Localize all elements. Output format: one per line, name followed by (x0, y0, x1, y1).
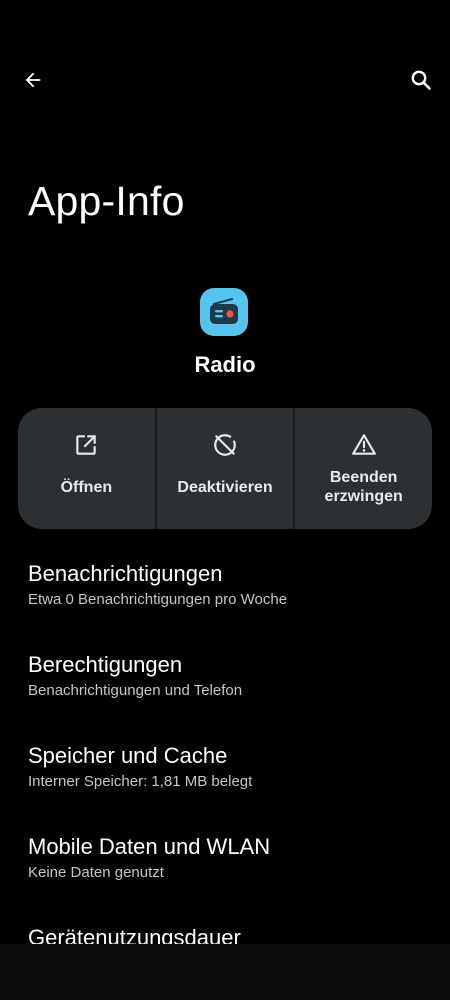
settings-item-title: Mobile Daten und WLAN (28, 834, 271, 859)
radio-icon (200, 288, 248, 336)
disable-label: Deaktivieren (177, 479, 273, 496)
disable-icon (214, 434, 236, 456)
open-label: Öffnen (60, 479, 113, 496)
settings-item-title: Benachrichtigungen (28, 561, 223, 586)
settings-item-subtitle: Interner Speicher: 1,81 MB belegt (28, 773, 253, 790)
app-name: Radio (194, 352, 256, 377)
arrow-left-icon (25, 72, 41, 88)
open-external-icon (76, 435, 97, 455)
settings-item-title: Speicher und Cache (28, 743, 228, 768)
warning-icon (351, 434, 376, 455)
app-action-buttons: Öffnen Deaktivieren Beenden erzwingen (18, 408, 432, 529)
page-title: App-Info (28, 178, 185, 224)
disable-button[interactable]: Deaktivieren (156, 408, 294, 529)
app-info-screen: App-Info Radio Öffnen Deaktivieren Beend… (0, 0, 450, 1000)
force-stop-button[interactable]: Beenden erzwingen (295, 408, 432, 529)
system-navigation-bar (0, 944, 450, 1000)
top-app-bar (0, 58, 450, 106)
back-button[interactable] (11, 58, 55, 102)
settings-item-subtitle: Benachrichtigungen und Telefon (28, 682, 243, 699)
settings-item-title: Berechtigungen (28, 652, 183, 677)
search-button[interactable] (399, 58, 443, 102)
settings-item-mobile-data[interactable]: Mobile Daten und WLAN Keine Daten genutz… (28, 833, 428, 883)
open-button[interactable]: Öffnen (18, 408, 155, 529)
force-stop-label: Beenden erzwingen (324, 469, 403, 505)
settings-item-subtitle: Keine Daten genutzt (28, 864, 164, 881)
settings-item-permissions[interactable]: Berechtigungen Benachrichtigungen und Te… (28, 651, 428, 701)
settings-item-notifications[interactable]: Benachrichtigungen Etwa 0 Benachrichtigu… (28, 560, 428, 610)
search-icon (411, 70, 431, 90)
settings-item-subtitle: Etwa 0 Benachrichtigungen pro Woche (28, 591, 288, 608)
settings-item-storage[interactable]: Speicher und Cache Interner Speicher: 1,… (28, 742, 428, 792)
